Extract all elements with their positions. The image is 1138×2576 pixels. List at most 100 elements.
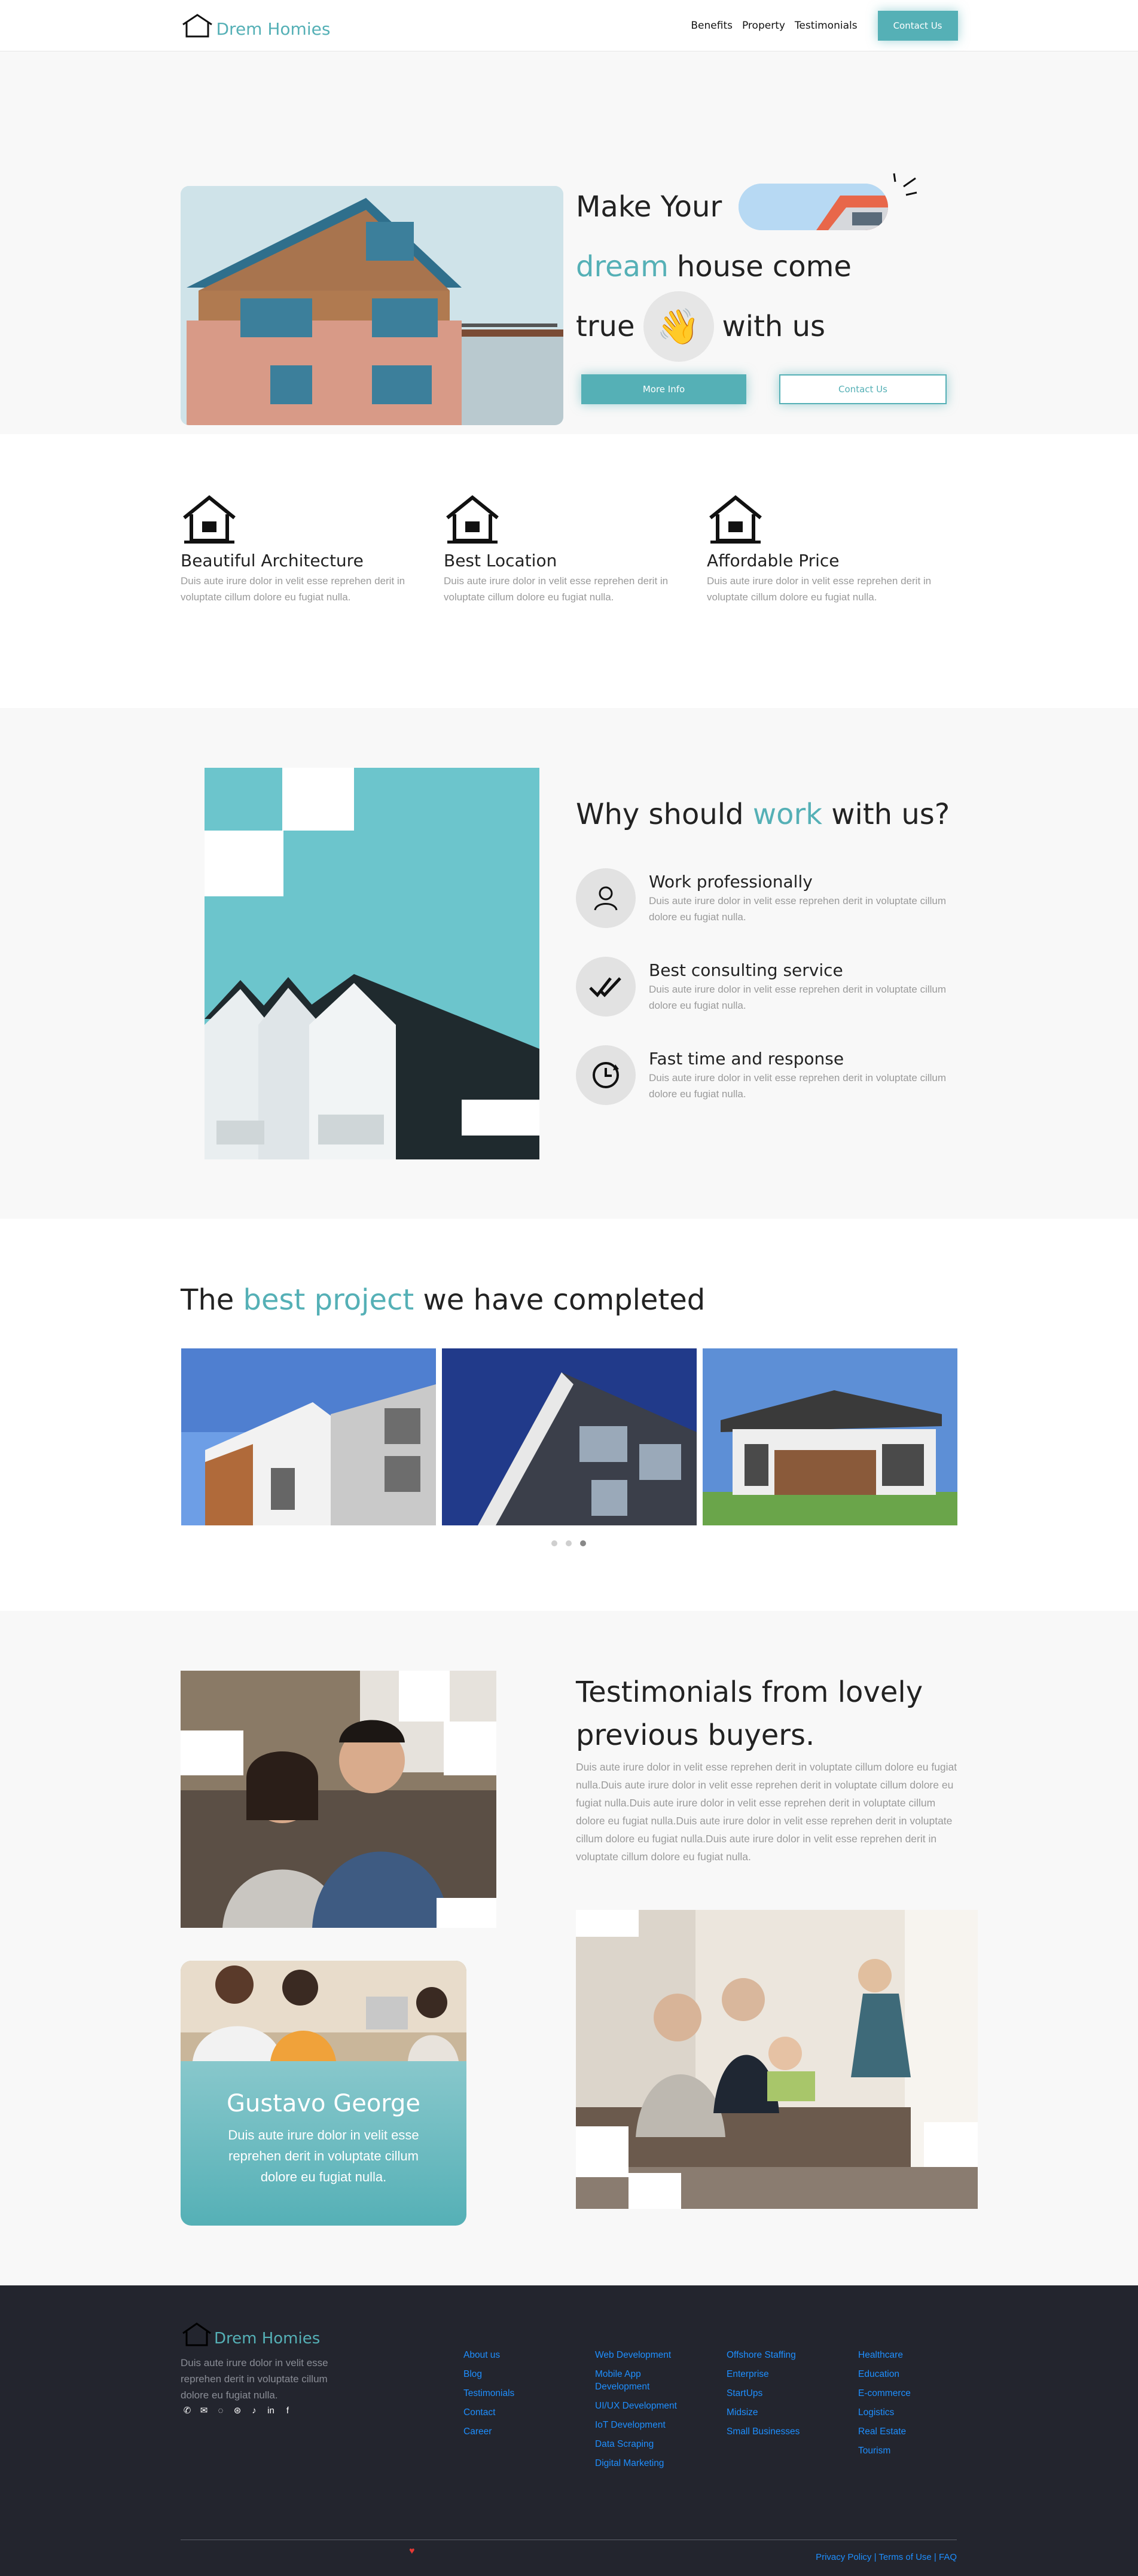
footer-link[interactable]: StartUps — [727, 2387, 852, 2400]
footer-brand-name: Drem Homies — [214, 2330, 321, 2348]
feature-title: Best Location — [444, 551, 557, 570]
brand-name: Drem Homies — [216, 19, 331, 39]
nav-link-property[interactable]: Property — [742, 20, 785, 32]
footer-link[interactable]: UI/UX Development — [595, 2400, 697, 2412]
footer-link[interactable]: Blog — [463, 2368, 589, 2380]
why-title: Why should work with us? — [576, 798, 950, 831]
nav-contact-button[interactable]: Contact Us — [877, 11, 958, 41]
footer-link[interactable]: Enterprise — [727, 2368, 852, 2380]
house-icon — [709, 495, 762, 544]
footer-link[interactable]: About us — [463, 2349, 589, 2361]
why-item: Work professionally Duis aute irure dolo… — [576, 868, 959, 928]
why-title-a: Why should — [576, 798, 744, 831]
footer-link[interactable]: Small Businesses — [727, 2425, 852, 2438]
project-image[interactable] — [442, 1348, 697, 1525]
hero-buttons: More Info Contact Us — [581, 374, 947, 404]
testimonial-name: Gustavo George — [226, 2090, 421, 2117]
why-title-b: with us? — [831, 798, 950, 831]
project-image[interactable] — [181, 1348, 436, 1525]
facebook-icon[interactable]: f — [281, 2404, 294, 2417]
why-item: Best consulting service Duis aute irure … — [576, 957, 959, 1017]
projects-title-b: we have completed — [423, 1283, 706, 1317]
feature-desc: Duis aute irure dolor in velit esse repr… — [181, 575, 405, 603]
footer: Drem Homies Duis aute irure dolor in vel… — [0, 2285, 1138, 2576]
footer-about: Duis aute irure dolor in velit esse repr… — [181, 2357, 328, 2401]
phone-icon[interactable]: ✆ — [181, 2404, 194, 2417]
testimonial-quote: Duis aute irure dolor in velit esse repr… — [228, 2128, 419, 2184]
hero-house-image — [181, 186, 563, 425]
whatsapp-icon[interactable]: ◌ — [214, 2404, 227, 2417]
projects-section: The best project we have completed — [0, 1219, 1138, 1611]
footer-link[interactable]: Testimonials — [463, 2387, 589, 2400]
footer-link[interactable]: Offshore Staffing — [727, 2349, 852, 2361]
projects-title-a: The — [181, 1283, 234, 1317]
spark-lines-icon — [893, 173, 917, 196]
why-houses-image — [205, 768, 539, 1159]
footer-link[interactable]: E-commerce — [858, 2387, 984, 2400]
footer-link[interactable]: Career — [463, 2425, 589, 2438]
house-icon — [446, 495, 499, 544]
brand-logo[interactable]: Drem Homies — [181, 13, 331, 39]
privacy-policy-link[interactable]: Privacy Policy — [816, 2552, 871, 2562]
hero-heading: Make Your dream house come true 👋 with u… — [576, 173, 959, 362]
testimonials-section: Gustavo George Duis aute irure dolor in … — [0, 1611, 1138, 2285]
house-icon — [183, 495, 236, 544]
carousel-dot[interactable] — [566, 1540, 572, 1546]
house-outline-icon — [182, 14, 212, 38]
why-item: Fast time and response Duis aute irure d… — [576, 1045, 959, 1105]
why-item-desc: Duis aute irure dolor in velit esse repr… — [649, 1072, 947, 1100]
footer-link[interactable]: IoT Development — [595, 2419, 697, 2431]
testimonials-text: Duis aute irure dolor in velit esse repr… — [576, 1761, 957, 1863]
faq-link[interactable]: FAQ — [939, 2552, 957, 2562]
feature-title: Affordable Price — [707, 551, 840, 570]
linkedin-icon[interactable]: in — [264, 2404, 277, 2417]
hero-line-3a: true — [576, 310, 635, 343]
carousel-dot[interactable] — [551, 1540, 557, 1546]
hero-accent-word: dream — [576, 250, 669, 283]
legal-separator: | — [931, 2552, 939, 2562]
testimonials-title: Testimonials from lovely previous buyers… — [576, 1675, 923, 1752]
footer-link[interactable]: Mobile App Development — [595, 2368, 697, 2393]
nav-link-testimonials[interactable]: Testimonials — [795, 20, 858, 32]
footer-link[interactable]: Education — [858, 2368, 984, 2380]
project-image[interactable] — [703, 1348, 957, 1525]
terms-link[interactable]: Terms of Use — [878, 2552, 931, 2562]
dribbble-icon[interactable]: ⊛ — [231, 2404, 244, 2417]
feature-desc: Duis aute irure dolor in velit esse repr… — [444, 575, 669, 603]
more-info-button[interactable]: More Info — [581, 374, 746, 404]
footer-link[interactable]: Logistics — [858, 2406, 984, 2419]
footer-link[interactable]: Tourism — [858, 2444, 984, 2457]
footer-link[interactable]: Real Estate — [858, 2425, 984, 2438]
house-outline-icon — [182, 2322, 211, 2346]
why-item-desc: Duis aute irure dolor in velit esse repr… — [649, 895, 947, 923]
mail-icon[interactable]: ✉ — [197, 2404, 210, 2417]
hero-contact-button[interactable]: Contact Us — [779, 374, 947, 404]
why-title-accent: work — [752, 798, 822, 831]
why-item-title: Fast time and response — [649, 1049, 844, 1069]
why-section: Why should work with us? Work profession… — [0, 708, 1138, 1219]
footer-link[interactable]: Digital Marketing — [595, 2457, 697, 2470]
why-item-title: Best consulting service — [649, 960, 843, 980]
nav-link-benefits[interactable]: Benefits — [691, 20, 733, 32]
family-sofa-photo — [576, 1910, 978, 2209]
footer-col-company: About us Blog Testimonials Contact Caree… — [463, 2349, 589, 2444]
nav-links: Benefits Property Testimonials Contact U… — [691, 11, 958, 41]
why-item-title: Work professionally — [649, 872, 813, 892]
footer-col-industries: Healthcare Education E-commerce Logistic… — [858, 2349, 984, 2464]
legal-separator: | — [871, 2552, 879, 2562]
projects-title: The best project we have completed — [181, 1283, 705, 1317]
twitter-icon[interactable]: ♪ — [248, 2404, 261, 2417]
waving-hand-icon: 👋 — [643, 291, 714, 362]
feature-card: Beautiful Architecture Duis aute irure d… — [181, 494, 420, 605]
footer-link[interactable]: Midsize — [727, 2406, 852, 2419]
projects-title-accent: best project — [243, 1283, 414, 1317]
footer-link[interactable]: Contact — [463, 2406, 589, 2419]
footer-brand[interactable]: Drem Homies — [181, 2321, 320, 2348]
carousel-dot-active[interactable] — [580, 1540, 586, 1546]
footer-link[interactable]: Web Development — [595, 2349, 697, 2361]
footer-link[interactable]: Data Scraping — [595, 2438, 697, 2450]
footer-link[interactable]: Healthcare — [858, 2349, 984, 2361]
hero-house-pill-image — [739, 184, 889, 230]
feature-title: Beautiful Architecture — [181, 551, 364, 570]
top-nav: Drem Homies Benefits Property Testimonia… — [0, 0, 1138, 51]
